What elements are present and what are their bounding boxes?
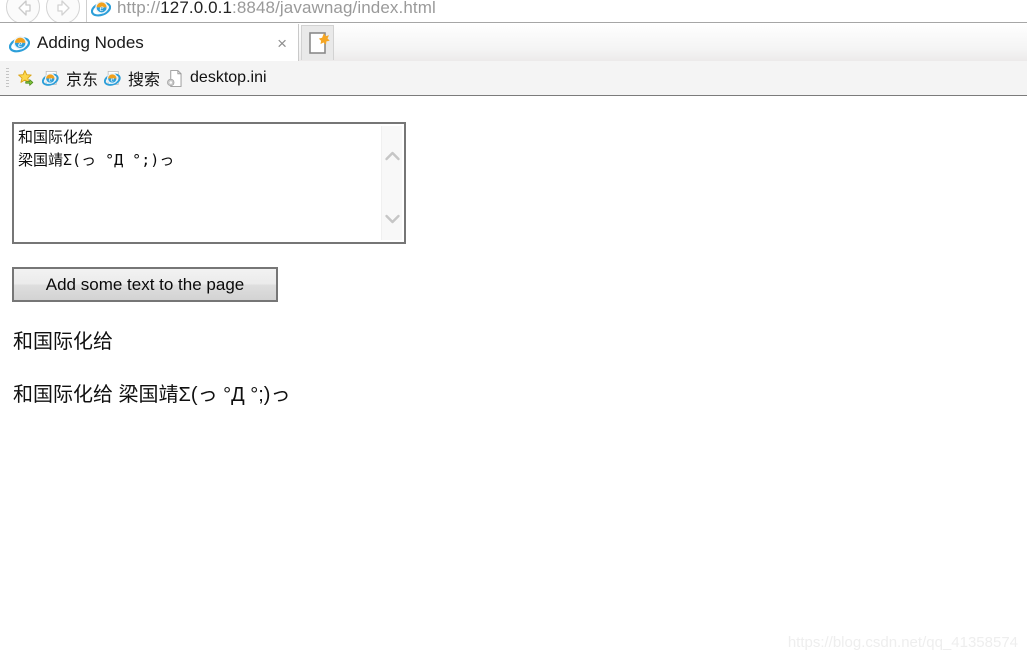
page-content: 和国际化给 梁国靖Σ(っ °Д °;)っ Add some text to th… [0, 97, 1027, 667]
ie-logo-icon: e [91, 1, 111, 17]
forward-button[interactable] [46, 0, 80, 22]
ie-logo-icon: e [104, 70, 121, 86]
new-tab-button[interactable] [301, 25, 334, 60]
svg-text:e: e [18, 38, 23, 49]
favorite-jingdong[interactable]: e 京东 [39, 64, 101, 92]
text-input-area: 和国际化给 梁国靖Σ(っ °Д °;)っ [12, 122, 406, 244]
watermark: https://blog.csdn.net/qq_41358574 [787, 634, 1018, 651]
output-paragraph-2: 和国际化给 梁国靖Σ(っ °Д °;)っ [13, 384, 291, 406]
svg-text:e: e [111, 74, 115, 83]
url-host: 127.0.0.1 [160, 0, 233, 17]
ini-file-icon [167, 69, 182, 87]
url-input[interactable]: e http://127.0.0.1:8848/javawnag/index.h… [86, 0, 1027, 22]
browser-window: e http://127.0.0.1:8848/javawnag/index.h… [0, 0, 1027, 667]
url-path: :8848/javawnag/index.html [232, 0, 436, 17]
url-text: http://127.0.0.1:8848/javawnag/index.htm… [117, 0, 436, 18]
url-scheme: http:// [117, 0, 161, 17]
tab-strip: e Adding Nodes × [0, 22, 1027, 62]
tab-adding-nodes[interactable]: e Adding Nodes × [0, 24, 299, 62]
back-button[interactable] [6, 0, 40, 22]
chevron-up-icon[interactable] [382, 146, 403, 167]
output-paragraph-1: 和国际化给 [13, 331, 113, 353]
favorite-label: desktop.ini [190, 69, 267, 86]
favorite-label: 搜索 [128, 72, 161, 89]
svg-text:e: e [49, 74, 53, 83]
address-bar: e http://127.0.0.1:8848/javawnag/index.h… [0, 0, 1027, 22]
ie-logo-icon: e [42, 70, 59, 86]
favorites-add-button[interactable] [14, 64, 39, 92]
favorites-star-icon [18, 69, 34, 86]
favorite-search[interactable]: e 搜索 [101, 64, 163, 92]
favorites-bar: e 京东 e 搜索 desktop.ini [0, 61, 1027, 96]
favorites-bar-grip[interactable] [6, 68, 9, 88]
ie-logo-icon: e [9, 35, 30, 52]
textarea[interactable]: 和国际化给 梁国靖Σ(っ °Д °;)っ [12, 122, 406, 244]
favorite-label: 京东 [66, 72, 99, 89]
tab-close-icon[interactable]: × [277, 35, 298, 52]
textarea-scrollbar[interactable] [381, 126, 402, 240]
favorite-desktop-ini[interactable]: desktop.ini [163, 64, 270, 92]
back-arrow-icon [18, 0, 31, 16]
svg-text:e: e [100, 4, 104, 14]
forward-arrow-icon [57, 0, 70, 16]
chevron-down-icon[interactable] [382, 208, 403, 229]
textarea-value: 和国际化给 梁国靖Σ(っ °Д °;)っ [18, 128, 175, 169]
add-text-button[interactable]: Add some text to the page [12, 267, 278, 302]
tab-title: Adding Nodes [37, 33, 144, 52]
new-tab-page-icon [309, 32, 330, 54]
